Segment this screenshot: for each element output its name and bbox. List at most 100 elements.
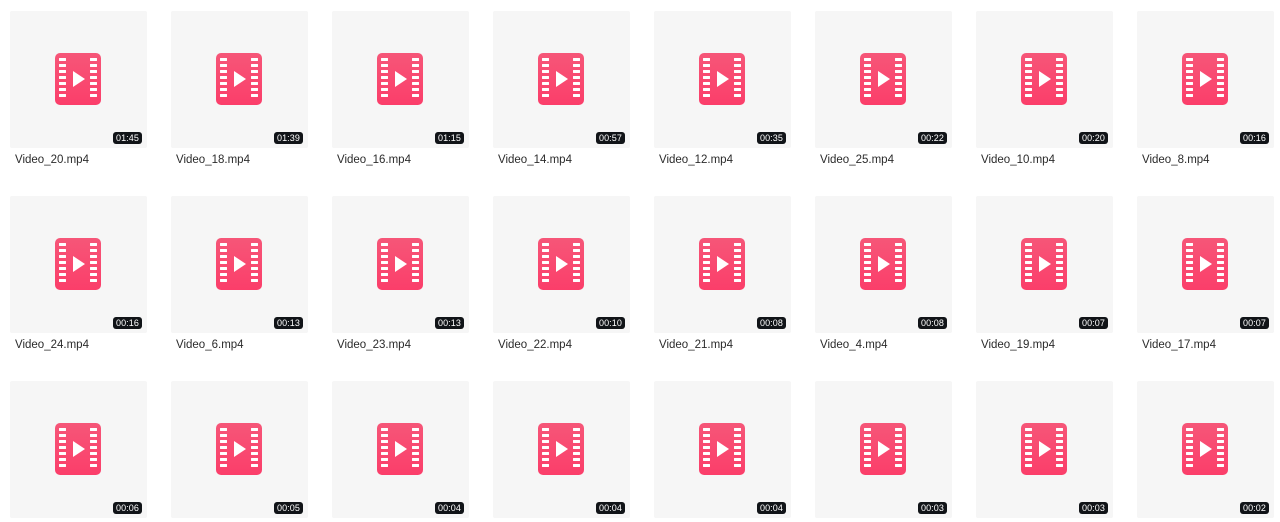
video-tile-18[interactable]: 00:05	[171, 381, 308, 518]
video-thumbnail[interactable]: 00:04	[332, 381, 469, 518]
video-thumbnail[interactable]: 00:07	[1137, 196, 1274, 333]
video-tile-19[interactable]: 00:04	[332, 381, 469, 518]
duration-badge: 01:39	[273, 132, 303, 144]
video-thumbnail[interactable]: 01:45	[10, 11, 147, 148]
video-thumbnail[interactable]: 00:04	[493, 381, 630, 518]
video-thumbnail[interactable]: 00:35	[654, 11, 791, 148]
duration-badge: 00:04	[756, 502, 786, 514]
video-tile-12[interactable]: 00:10 Video_22.mp4	[493, 196, 630, 351]
video-thumbnail[interactable]: 00:16	[1137, 11, 1274, 148]
video-thumbnail[interactable]: 00:10	[493, 196, 630, 333]
video-tile-3[interactable]: 01:15 Video_16.mp4	[332, 11, 469, 166]
duration-badge: 00:08	[756, 317, 786, 329]
video-file-icon	[55, 238, 101, 290]
video-file-icon	[538, 53, 584, 105]
video-tile-4[interactable]: 00:57 Video_14.mp4	[493, 11, 630, 166]
video-filename: Video_20.mp4	[15, 154, 89, 166]
duration-badge: 00:07	[1078, 317, 1108, 329]
video-tile-13[interactable]: 00:08 Video_21.mp4	[654, 196, 791, 351]
video-thumbnail[interactable]: 00:06	[10, 381, 147, 518]
video-filename: Video_16.mp4	[337, 154, 411, 166]
video-grid: 01:45 Video_20.mp4 01:39 Video_18.mp4 01…	[10, 11, 1274, 518]
duration-badge: 00:13	[273, 317, 303, 329]
duration-badge: 00:10	[595, 317, 625, 329]
video-tile-17[interactable]: 00:06	[10, 381, 147, 518]
video-file-icon	[538, 238, 584, 290]
video-file-icon	[1182, 53, 1228, 105]
video-filename: Video_10.mp4	[981, 154, 1055, 166]
video-file-icon	[1021, 238, 1067, 290]
video-filename: Video_21.mp4	[659, 339, 733, 351]
video-thumbnail[interactable]: 00:07	[976, 196, 1113, 333]
video-tile-10[interactable]: 00:13 Video_6.mp4	[171, 196, 308, 351]
video-tile-20[interactable]: 00:04	[493, 381, 630, 518]
duration-badge: 00:57	[595, 132, 625, 144]
video-filename: Video_19.mp4	[981, 339, 1055, 351]
duration-badge: 00:02	[1239, 502, 1269, 514]
video-tile-5[interactable]: 00:35 Video_12.mp4	[654, 11, 791, 166]
video-tile-8[interactable]: 00:16 Video_8.mp4	[1137, 11, 1274, 166]
video-tile-1[interactable]: 01:45 Video_20.mp4	[10, 11, 147, 166]
video-filename: Video_17.mp4	[1142, 339, 1216, 351]
video-thumbnail[interactable]: 00:22	[815, 11, 952, 148]
video-file-icon	[1021, 423, 1067, 475]
video-thumbnail[interactable]: 00:08	[654, 196, 791, 333]
video-tile-22[interactable]: 00:03	[815, 381, 952, 518]
duration-badge: 00:06	[112, 502, 142, 514]
video-tile-14[interactable]: 00:08 Video_4.mp4	[815, 196, 952, 351]
duration-badge: 01:45	[112, 132, 142, 144]
video-filename: Video_4.mp4	[820, 339, 888, 351]
video-file-icon	[699, 53, 745, 105]
video-filename: Video_18.mp4	[176, 154, 250, 166]
video-thumbnail[interactable]: 00:13	[332, 196, 469, 333]
video-file-icon	[377, 238, 423, 290]
duration-badge: 00:35	[756, 132, 786, 144]
duration-badge: 00:04	[595, 502, 625, 514]
video-thumbnail[interactable]: 01:39	[171, 11, 308, 148]
video-tile-24[interactable]: 00:02	[1137, 381, 1274, 518]
video-file-icon	[538, 423, 584, 475]
video-thumbnail[interactable]: 00:03	[976, 381, 1113, 518]
video-file-icon	[216, 423, 262, 475]
video-filename: Video_23.mp4	[337, 339, 411, 351]
duration-badge: 00:16	[1239, 132, 1269, 144]
video-tile-9[interactable]: 00:16 Video_24.mp4	[10, 196, 147, 351]
video-thumbnail[interactable]: 00:13	[171, 196, 308, 333]
video-tile-23[interactable]: 00:03	[976, 381, 1113, 518]
video-filename: Video_8.mp4	[1142, 154, 1210, 166]
video-file-icon	[1182, 423, 1228, 475]
video-file-icon	[55, 53, 101, 105]
video-filename: Video_14.mp4	[498, 154, 572, 166]
video-filename: Video_25.mp4	[820, 154, 894, 166]
video-thumbnail[interactable]: 00:03	[815, 381, 952, 518]
video-file-icon	[377, 423, 423, 475]
video-thumbnail[interactable]: 00:02	[1137, 381, 1274, 518]
video-filename: Video_12.mp4	[659, 154, 733, 166]
video-thumbnail[interactable]: 00:20	[976, 11, 1113, 148]
video-tile-21[interactable]: 00:04	[654, 381, 791, 518]
video-file-icon	[699, 423, 745, 475]
video-thumbnail[interactable]: 00:16	[10, 196, 147, 333]
video-tile-2[interactable]: 01:39 Video_18.mp4	[171, 11, 308, 166]
video-file-icon	[860, 53, 906, 105]
duration-badge: 00:22	[917, 132, 947, 144]
video-tile-7[interactable]: 00:20 Video_10.mp4	[976, 11, 1113, 166]
video-thumbnail[interactable]: 00:08	[815, 196, 952, 333]
duration-badge: 01:15	[434, 132, 464, 144]
video-tile-16[interactable]: 00:07 Video_17.mp4	[1137, 196, 1274, 351]
video-file-icon	[860, 423, 906, 475]
video-thumbnail[interactable]: 00:05	[171, 381, 308, 518]
video-file-icon	[216, 53, 262, 105]
video-tile-15[interactable]: 00:07 Video_19.mp4	[976, 196, 1113, 351]
video-thumbnail[interactable]: 00:04	[654, 381, 791, 518]
video-file-icon	[1182, 238, 1228, 290]
video-tile-6[interactable]: 00:22 Video_25.mp4	[815, 11, 952, 166]
video-file-icon	[55, 423, 101, 475]
duration-badge: 00:16	[112, 317, 142, 329]
video-file-icon	[377, 53, 423, 105]
duration-badge: 00:20	[1078, 132, 1108, 144]
video-tile-11[interactable]: 00:13 Video_23.mp4	[332, 196, 469, 351]
video-thumbnail[interactable]: 00:57	[493, 11, 630, 148]
video-thumbnail[interactable]: 01:15	[332, 11, 469, 148]
video-filename: Video_6.mp4	[176, 339, 244, 351]
